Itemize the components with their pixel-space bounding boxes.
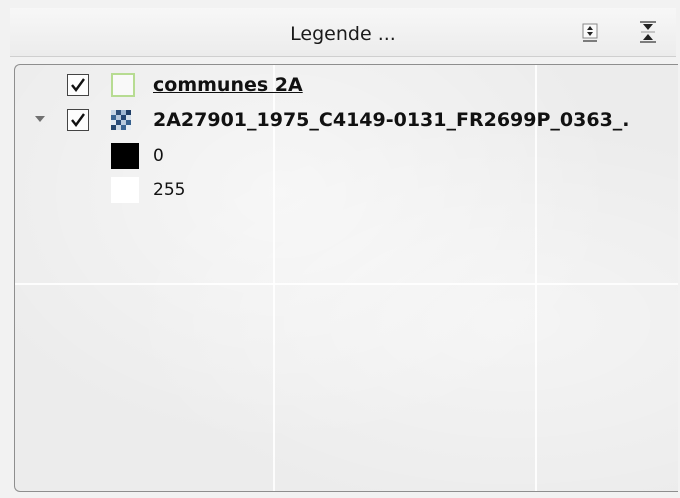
legend-tree[interactable]: communes 2A 2A27901_1975_C4149-0131_FR26… <box>14 64 678 492</box>
dock-title-bar: Legende ... <box>10 8 676 57</box>
layer-name[interactable]: 2A27901_1975_C4149-0131_FR2699P_0363_. <box>153 109 630 131</box>
background-grid-line <box>15 283 678 285</box>
legend-dock: Legende ... communes 2A 2A27901_1975_C41… <box>0 0 680 498</box>
layer-name[interactable]: communes 2A <box>153 74 303 96</box>
layer-visibility-checkbox[interactable] <box>67 74 89 96</box>
layer-visibility-checkbox[interactable] <box>67 109 89 131</box>
legend-swatch-white <box>111 177 139 203</box>
legend-label: 0 <box>153 146 164 166</box>
expand-arrow-icon[interactable] <box>35 116 45 122</box>
layer-row-raster[interactable]: 2A27901_1975_C4149-0131_FR2699P_0363_. <box>15 106 678 136</box>
vector-polygon-icon <box>111 73 135 97</box>
raster-layer-icon <box>111 110 131 130</box>
expand-all-icon <box>582 23 598 42</box>
layer-row-communes[interactable]: communes 2A <box>15 71 678 101</box>
checkmark-icon <box>71 113 85 127</box>
checkmark-icon <box>71 78 85 92</box>
legend-swatch-black <box>111 143 139 169</box>
legend-item: 0 <box>15 141 678 171</box>
legend-item: 255 <box>15 175 678 205</box>
collapse-all-icon <box>640 21 656 43</box>
collapse-all-button[interactable] <box>636 21 660 43</box>
dock-title: Legende ... <box>290 23 396 45</box>
legend-label: 255 <box>153 180 186 200</box>
expand-all-button[interactable] <box>578 21 602 43</box>
